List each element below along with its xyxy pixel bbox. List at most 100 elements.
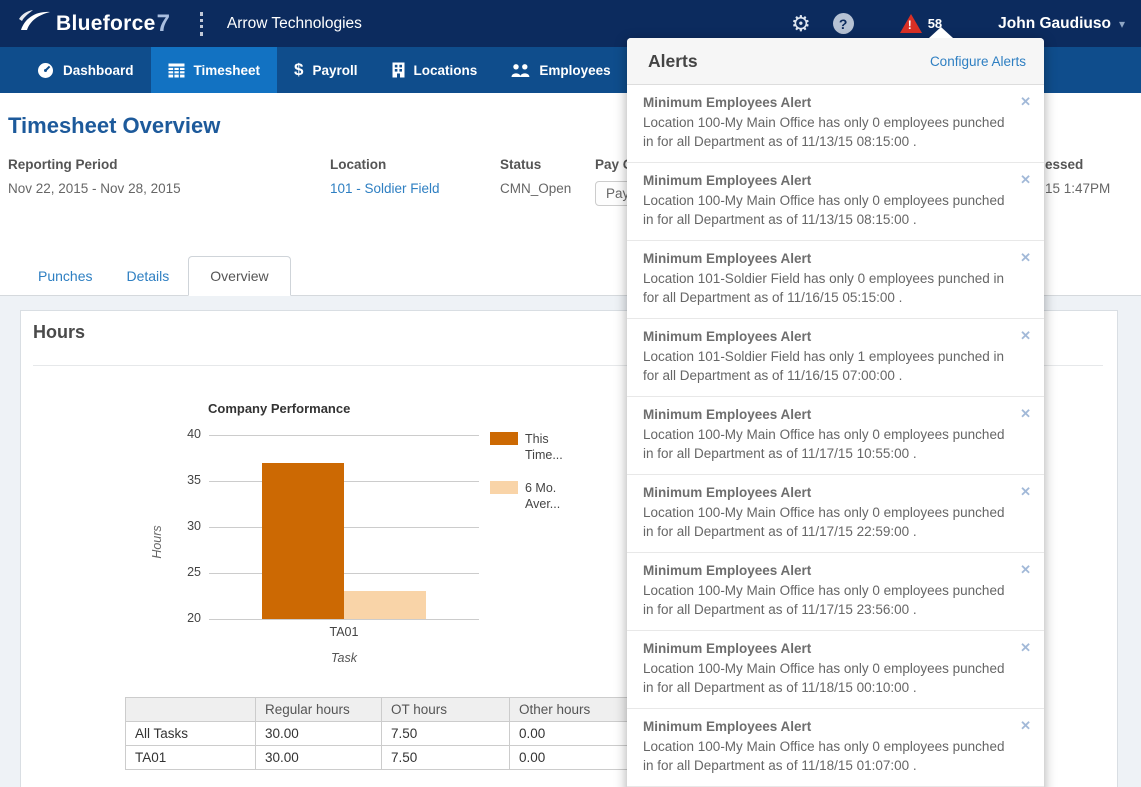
location-link[interactable]: 101 - Soldier Field: [330, 181, 440, 196]
close-icon[interactable]: ✕: [1020, 562, 1031, 578]
table-cell: 30.00: [256, 746, 382, 770]
table-header-cell: [126, 698, 256, 722]
brand-seven: 7: [157, 10, 170, 38]
alert-item: ✕ Minimum Employees Alert Location 101-S…: [627, 241, 1044, 319]
app-root: Blueforce7 Arrow Technologies ⚙ ? ! 58 J…: [0, 0, 1141, 787]
reporting-period-field: Reporting Period Nov 22, 2015 - Nov 28, …: [8, 157, 181, 196]
table-cell: TA01: [126, 746, 256, 770]
brand-logo[interactable]: Blueforce7: [18, 8, 170, 39]
topbar-actions: ⚙ ? ! 58 John Gaudiuso ▾: [791, 13, 1125, 35]
chart-bar-this-time: [262, 463, 344, 619]
chart-legend: ThisTime... 6 Mo.Aver...: [490, 431, 563, 529]
brand-name: Blueforce: [56, 12, 156, 36]
nav-label-dashboard: Dashboard: [63, 63, 134, 78]
alert-title: Minimum Employees Alert: [643, 485, 1004, 500]
locations-icon: [392, 62, 405, 78]
alert-message: Location 100-My Main Office has only 0 e…: [643, 659, 1015, 697]
legend-entry-6mo-average: 6 Mo.Aver...: [490, 480, 563, 512]
alerts-panel-title: Alerts: [648, 51, 698, 72]
nav-item-dashboard[interactable]: Dashboard: [20, 47, 151, 93]
nav-label-payroll: Payroll: [313, 63, 358, 78]
alert-message: Location 101-Soldier Field has only 0 em…: [643, 269, 1015, 307]
last-processed-label-fragment: essed: [1045, 157, 1110, 172]
close-icon[interactable]: ✕: [1020, 328, 1031, 344]
nav-item-locations[interactable]: Locations: [375, 47, 495, 93]
alert-title: Minimum Employees Alert: [643, 251, 1004, 266]
status-label: Status: [500, 157, 571, 172]
gear-icon[interactable]: ⚙: [791, 13, 811, 35]
chart-gridline: [209, 619, 479, 620]
alert-title: Minimum Employees Alert: [643, 329, 1004, 344]
tab-punches[interactable]: Punches: [38, 257, 92, 295]
nav-item-payroll[interactable]: $ Payroll: [277, 47, 375, 93]
alert-title: Minimum Employees Alert: [643, 719, 1004, 734]
table-cell: 30.00: [256, 722, 382, 746]
reporting-period-value: Nov 22, 2015 - Nov 28, 2015: [8, 181, 181, 196]
chart-plot: 4035302520: [209, 435, 479, 619]
alert-item: ✕ Minimum Employees Alert Location 100-M…: [627, 709, 1044, 787]
table-header-cell: OT hours: [382, 698, 510, 722]
close-icon[interactable]: ✕: [1020, 406, 1031, 422]
chart-category-label: TA01: [314, 625, 374, 639]
table-header-cell: Regular hours: [256, 698, 382, 722]
alert-item: ✕ Minimum Employees Alert Location 100-M…: [627, 631, 1044, 709]
alert-message: Location 100-My Main Office has only 0 e…: [643, 503, 1015, 541]
table-row: All Tasks30.007.500.00: [126, 722, 638, 746]
hours-section-title: Hours: [33, 322, 85, 343]
legend-swatch-6mo-average: [490, 481, 518, 494]
chart-gridline: [209, 573, 479, 574]
chart-xlabel: Task: [314, 651, 374, 665]
nav-label-employees: Employees: [539, 63, 610, 78]
last-processed-value-fragment: 15 1:47PM: [1045, 181, 1110, 196]
last-processed-field-fragment: essed 15 1:47PM: [1045, 157, 1110, 196]
status-value: CMN_Open: [500, 181, 571, 196]
alert-message: Location 100-My Main Office has only 0 e…: [643, 191, 1015, 229]
timesheet-icon: [168, 63, 185, 78]
reporting-period-label: Reporting Period: [8, 157, 181, 172]
alerts-panel-pointer: [929, 27, 953, 38]
alerts-list: ✕ Minimum Employees Alert Location 100-M…: [627, 85, 1044, 787]
close-icon[interactable]: ✕: [1020, 640, 1031, 656]
user-name: John Gaudiuso: [998, 15, 1111, 33]
close-icon[interactable]: ✕: [1020, 718, 1031, 734]
y-axis-tick-label: 30: [167, 519, 201, 533]
alert-item: ✕ Minimum Employees Alert Location 101-S…: [627, 319, 1044, 397]
blueforce-swoosh-icon: [18, 8, 52, 39]
chart-gridline: [209, 435, 479, 436]
nav-item-employees[interactable]: Employees: [494, 47, 627, 93]
nav-label-locations: Locations: [414, 63, 478, 78]
table-cell: 0.00: [510, 722, 638, 746]
y-axis-tick-label: 20: [167, 611, 201, 625]
nav-item-timesheet[interactable]: Timesheet: [151, 47, 278, 93]
warning-triangle-icon: !: [900, 14, 922, 33]
alerts-panel: Alerts Configure Alerts ✕ Minimum Employ…: [627, 38, 1044, 787]
alerts-panel-header: Alerts Configure Alerts: [627, 38, 1044, 85]
chart-bar-6mo-average: [344, 591, 426, 619]
status-field: Status CMN_Open: [500, 157, 571, 196]
y-axis-tick-label: 25: [167, 565, 201, 579]
close-icon[interactable]: ✕: [1020, 250, 1031, 266]
hours-table: Regular hoursOT hoursOther hoursAll Task…: [125, 697, 638, 770]
close-icon[interactable]: ✕: [1020, 172, 1031, 188]
y-axis-tick-label: 35: [167, 473, 201, 487]
legend-swatch-this-time: [490, 432, 518, 445]
help-icon[interactable]: ?: [833, 13, 854, 34]
table-cell: 0.00: [510, 746, 638, 770]
alert-item: ✕ Minimum Employees Alert Location 100-M…: [627, 163, 1044, 241]
topbar-divider: [200, 12, 203, 36]
alert-item: ✕ Minimum Employees Alert Location 100-M…: [627, 85, 1044, 163]
hours-chart: Company Performance Hours 4035302520 TA0…: [131, 395, 611, 695]
alert-message: Location 100-My Main Office has only 0 e…: [643, 425, 1015, 463]
tab-overview[interactable]: Overview: [188, 256, 290, 296]
chevron-down-icon: ▾: [1119, 17, 1125, 31]
configure-alerts-link[interactable]: Configure Alerts: [930, 54, 1026, 69]
alert-title: Minimum Employees Alert: [643, 641, 1004, 656]
close-icon[interactable]: ✕: [1020, 484, 1031, 500]
alert-title: Minimum Employees Alert: [643, 407, 1004, 422]
tab-details[interactable]: Details: [126, 257, 169, 295]
table-row: TA0130.007.500.00: [126, 746, 638, 770]
user-menu[interactable]: John Gaudiuso ▾: [998, 15, 1125, 33]
close-icon[interactable]: ✕: [1020, 94, 1031, 110]
nav-label-timesheet: Timesheet: [194, 63, 261, 78]
alert-title: Minimum Employees Alert: [643, 173, 1004, 188]
